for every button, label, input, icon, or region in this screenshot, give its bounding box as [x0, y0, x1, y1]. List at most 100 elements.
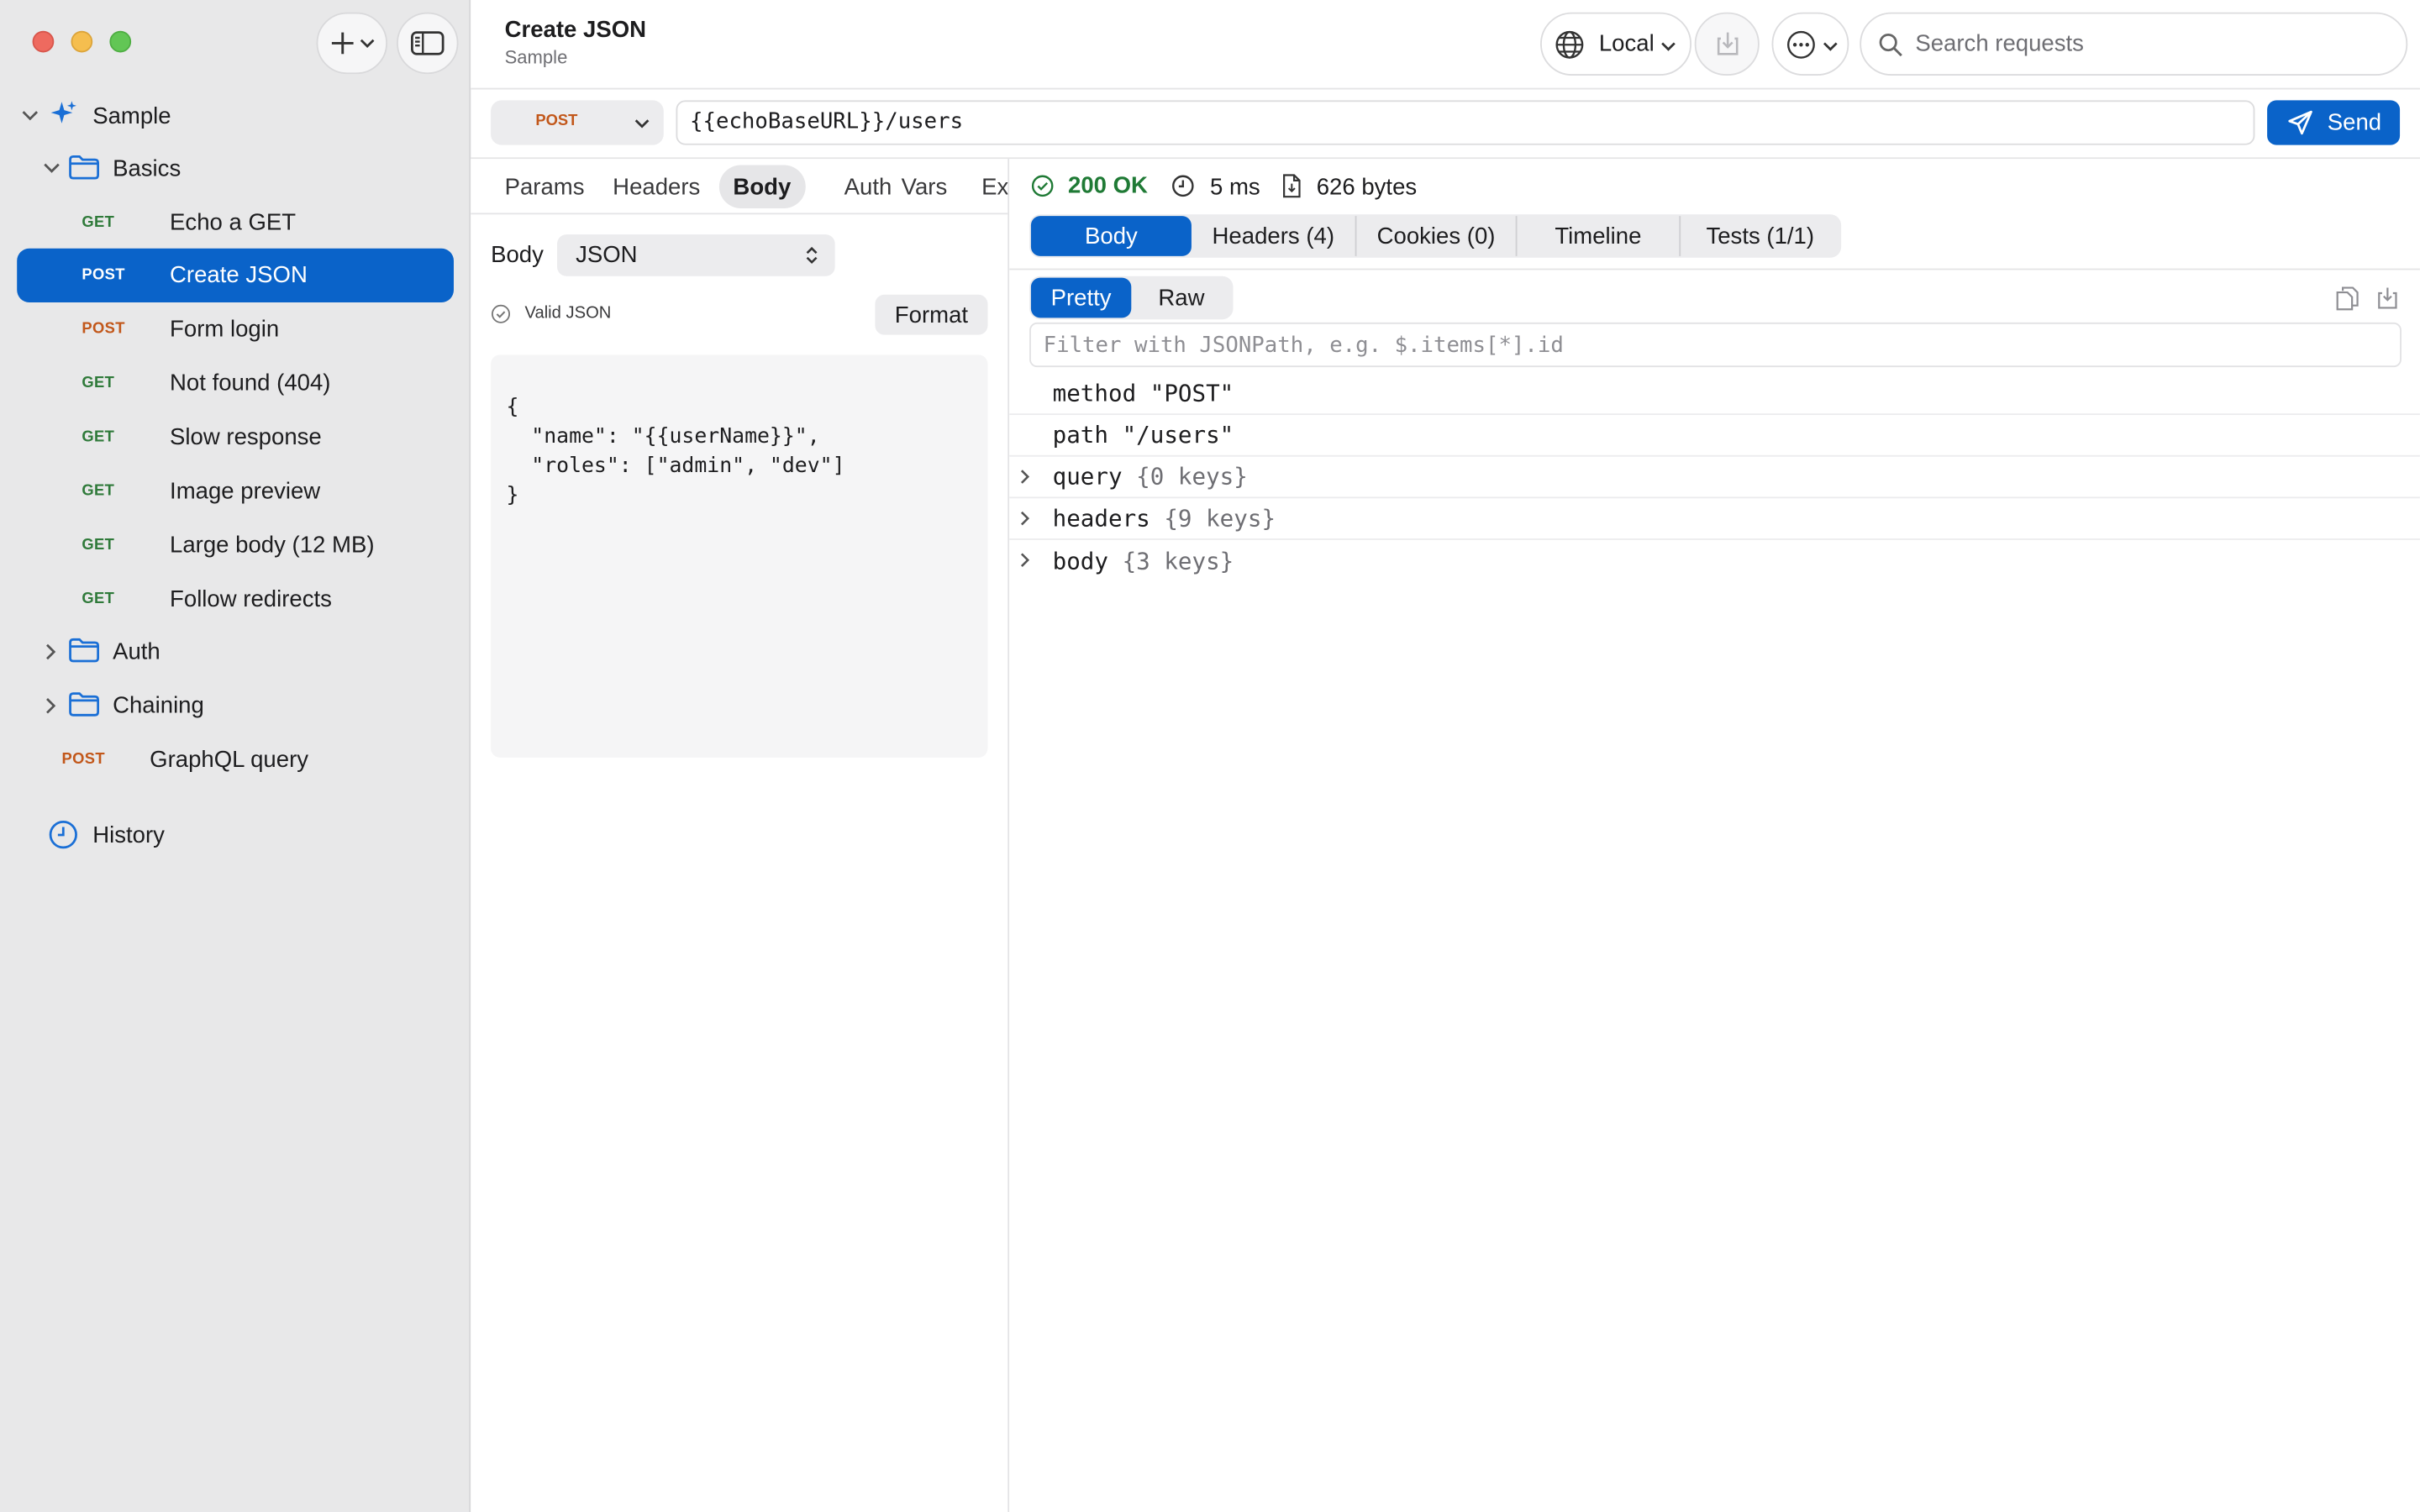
sidebar-root-label: Sample [92, 102, 171, 129]
sidebar-item-history[interactable]: History [0, 808, 471, 860]
save-response-button[interactable] [1694, 12, 1760, 76]
pretty-view-button[interactable]: Pretty [1030, 277, 1132, 318]
raw-view-button[interactable]: Raw [1131, 278, 1231, 318]
environment-picker[interactable]: Local [1540, 12, 1692, 76]
filter-placeholder: Filter with JSONPath, e.g. $.items[*].id [1043, 333, 1564, 359]
request-tabs: Params Headers Body Auth Vars Ext [471, 159, 1008, 215]
body-editor[interactable]: { "name": "{{userName}}", "roles": ["adm… [491, 354, 988, 758]
status-badge: 200 OK [1067, 172, 1148, 199]
url-bar: POST {{echoBaseURL}}/users Send [471, 90, 2420, 160]
zoom-window-button[interactable] [109, 30, 132, 53]
view-mode-toggle: Pretty Raw [1029, 276, 1234, 320]
sidebar-item-label: History [92, 822, 165, 848]
chevron-right-icon[interactable] [1017, 551, 1032, 570]
sidebar-folder-label: Auth [113, 638, 160, 664]
format-button[interactable]: Format [875, 294, 988, 335]
chevron-down-icon[interactable] [42, 159, 60, 177]
tab-body[interactable]: Body [718, 165, 805, 208]
folder-icon [68, 638, 101, 670]
close-window-button[interactable] [32, 30, 55, 53]
tab-response-cookies[interactable]: Cookies (0) [1355, 216, 1516, 256]
chevron-right-icon[interactable] [42, 642, 60, 660]
method-selector[interactable]: POST [491, 100, 664, 145]
code-line: "roles": ["admin", "dev"] [506, 453, 845, 479]
method-badge: POST [82, 320, 125, 338]
method-badge: GET [82, 213, 115, 231]
chevron-down-icon [359, 39, 374, 49]
sidebar-item-echo-a-get[interactable]: GET Echo a GET [0, 196, 471, 248]
send-label: Send [2327, 109, 2382, 136]
sidebar-icon [411, 31, 445, 55]
tab-params[interactable]: Params [491, 165, 598, 208]
body-type-select[interactable]: JSON [557, 234, 835, 276]
sidebar-folder-basics[interactable]: Basics [0, 142, 471, 194]
sidebar-item-label: Image preview [170, 477, 321, 504]
response-pane: 200 OK 5 ms 626 bytes Body Headers (4) C… [1009, 159, 2420, 1512]
environment-label: Local [1598, 30, 1655, 57]
json-tree-row-expandable[interactable]: headers {9 keys} [1009, 498, 2420, 540]
chevron-right-icon[interactable] [1017, 468, 1032, 486]
chevron-down-icon [1661, 42, 1676, 51]
more-actions-button[interactable] [1771, 12, 1849, 76]
sidebar: Sample Basics GET Echo a GET POST Create… [0, 0, 471, 1512]
chevron-down-icon [1823, 42, 1838, 51]
new-item-button[interactable] [316, 12, 388, 75]
body-type-value: JSON [576, 242, 638, 269]
sidebar-folder-label: Basics [113, 155, 182, 181]
tab-response-tests[interactable]: Tests (1/1) [1679, 216, 1839, 256]
sidebar-item-image-preview[interactable]: GET Image preview [0, 465, 471, 517]
updown-chevron-icon [806, 246, 818, 265]
sidebar-item-follow-redirects[interactable]: GET Follow redirects [0, 572, 471, 624]
sidebar-folder-label: Chaining [113, 691, 204, 718]
send-icon [2288, 110, 2312, 135]
sidebar-root-sample[interactable]: Sample [0, 90, 471, 142]
tab-response-body[interactable]: Body [1030, 216, 1192, 256]
method-label: POST [535, 113, 578, 130]
tab-headers[interactable]: Headers [599, 165, 714, 208]
sidebar-item-form-login[interactable]: POST Form login [0, 302, 471, 354]
chevron-down-icon[interactable] [20, 107, 39, 125]
method-badge: GET [82, 428, 115, 445]
json-tree-row: method "POST" [1009, 373, 2420, 416]
globe-icon [1555, 30, 1584, 59]
json-valid-status: Valid JSON [524, 303, 612, 323]
sidebar-item-create-json[interactable]: POST Create JSON [17, 248, 454, 302]
sidebar-item-large-body[interactable]: GET Large body (12 MB) [0, 518, 471, 570]
send-button[interactable]: Send [2267, 100, 2401, 145]
sidebar-item-graphql-query[interactable]: POST GraphQL query [0, 732, 471, 785]
toggle-sidebar-button[interactable] [397, 12, 459, 75]
jsonpath-filter-input[interactable]: Filter with JSONPath, e.g. $.items[*].id [1029, 322, 2402, 368]
search-icon [1879, 33, 1902, 57]
json-tree-row-expandable[interactable]: body {3 keys} [1009, 540, 2420, 582]
chevron-right-icon[interactable] [1017, 509, 1032, 528]
json-tree-row-expandable[interactable]: query {0 keys} [1009, 457, 2420, 499]
chevron-right-icon[interactable] [42, 696, 60, 714]
response-tabs: Body Headers (4) Cookies (0) Timeline Te… [1029, 214, 1842, 258]
search-placeholder: Search requests [1915, 30, 2084, 57]
check-circle-icon [491, 304, 511, 323]
minimize-window-button[interactable] [71, 30, 93, 53]
tab-response-headers[interactable]: Headers (4) [1192, 216, 1355, 256]
sidebar-item-label: Large body (12 MB) [170, 531, 375, 558]
more-icon [1786, 30, 1815, 59]
url-input[interactable]: {{echoBaseURL}}/users [676, 100, 2255, 145]
tab-ext[interactable]: Ext [968, 165, 1007, 208]
page-title: Create JSON [504, 17, 647, 44]
body-type-label: Body [491, 242, 544, 269]
download-icon[interactable] [2375, 286, 2400, 310]
search-field[interactable]: Search requests [1860, 12, 2408, 76]
clock-icon [1172, 175, 1194, 197]
sidebar-item-not-found[interactable]: GET Not found (404) [0, 356, 471, 408]
sidebar-folder-auth[interactable]: Auth [0, 625, 471, 677]
sidebar-item-slow-response[interactable]: GET Slow response [0, 411, 471, 463]
method-badge: GET [82, 590, 115, 607]
tab-response-timeline[interactable]: Timeline [1515, 216, 1680, 256]
json-row-text: method "POST" [1052, 379, 1234, 407]
json-row-text: headers {9 keys} [1052, 504, 1276, 533]
tab-vars[interactable]: Vars [887, 165, 961, 208]
download-icon [1717, 32, 1739, 55]
sidebar-folder-chaining[interactable]: Chaining [0, 679, 471, 731]
copy-icon[interactable] [2335, 284, 2360, 312]
clock-icon [48, 819, 79, 856]
json-row-text: path "/users" [1052, 421, 1234, 449]
